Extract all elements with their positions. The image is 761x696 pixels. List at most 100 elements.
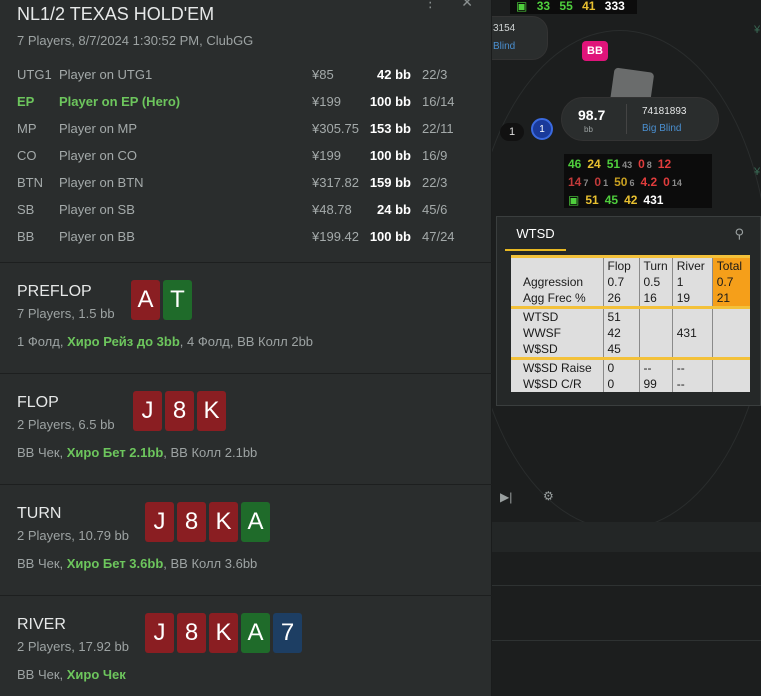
action-text: , 4 Фолд, BB Колл 2bb bbox=[179, 334, 314, 349]
hud-stat: 14 bbox=[671, 178, 682, 188]
player-name: Player on CO bbox=[59, 148, 138, 163]
playing-card: J bbox=[133, 391, 162, 431]
player-row[interactable]: BTN Player on BTN ¥317.82 159 bb 22/3 bbox=[0, 170, 492, 197]
player-position: EP bbox=[17, 94, 35, 109]
player-stack-bb: 100 bb bbox=[369, 94, 411, 109]
hud-stat: 51 bbox=[606, 157, 621, 171]
street-actions: BB Чек, Хиро Бет 3.6bb, BB Колл 3.6bb bbox=[17, 556, 257, 571]
player-row[interactable]: EP Player on EP (Hero) ¥199 100 bb 16/14 bbox=[0, 89, 492, 116]
player-name: Player on BB bbox=[59, 229, 135, 244]
stat-value: -- bbox=[671, 357, 713, 376]
playing-card: J bbox=[145, 502, 174, 542]
panel-window-controls[interactable]: ⋮ ✕ bbox=[423, 0, 483, 11]
player-stats: 47/24 bbox=[422, 229, 455, 244]
stat-label bbox=[511, 255, 603, 274]
stat-value: 51 bbox=[602, 306, 639, 325]
action-text: BB Чек, bbox=[17, 556, 67, 571]
hud-stat: 14 bbox=[568, 175, 582, 189]
divider bbox=[492, 585, 761, 586]
playing-card: 8 bbox=[177, 502, 206, 542]
action-text: , BB Колл 2.1bb bbox=[163, 445, 258, 460]
seat-stack-unit: bb bbox=[584, 125, 593, 134]
stat-label: WTSD bbox=[511, 306, 603, 325]
stats-row: W$SD 45 bbox=[511, 341, 751, 359]
action-text: BB Чек, bbox=[17, 445, 67, 460]
stat-value: 0 bbox=[602, 357, 639, 376]
street-flop: FLOP 2 Players, 6.5 bb J 8 K BB Чек, Хиро Бет… bbox=[0, 373, 492, 484]
hud-stat: 51 bbox=[585, 193, 599, 207]
stat-value: 0.7 bbox=[711, 274, 751, 290]
hud-stat: 1 bbox=[603, 178, 609, 188]
seat-big-blind[interactable]: 98.7 bb 74181893 Big Blind bbox=[561, 97, 719, 141]
playing-card: K bbox=[209, 613, 238, 653]
street-actions: BB Чек, Хиро Бет 2.1bb, BB Колл 2.1bb bbox=[17, 445, 257, 460]
street-river: RIVER 2 Players, 17.92 bb J 8 K A 7 BB Чек, Хир… bbox=[0, 595, 492, 696]
stat-value bbox=[711, 341, 751, 359]
big-blind-badge: BB bbox=[582, 41, 608, 61]
right-yen-label: ¥ bbox=[754, 24, 761, 36]
street-cards: AT bbox=[131, 280, 192, 320]
stat-value: 431 bbox=[671, 325, 713, 341]
playing-card: A bbox=[131, 280, 160, 320]
playing-card: A bbox=[241, 613, 270, 653]
seat-stack: 98.7 bbox=[578, 107, 606, 123]
player-row[interactable]: UTG1 Player on UTG1 ¥85 42 bb 22/3 bbox=[0, 62, 492, 89]
pin-icon[interactable]: ⚲ bbox=[734, 226, 744, 242]
settings-gear-icon[interactable]: ⚙ bbox=[543, 489, 554, 503]
stat-value: 0.5 bbox=[638, 274, 673, 290]
player-position: MP bbox=[17, 121, 37, 136]
player-name: Player on SB bbox=[59, 202, 135, 217]
street-cards: J8KA7 bbox=[145, 613, 302, 653]
player-money: ¥317.82 bbox=[312, 175, 359, 190]
stats-row: W$SD Raise 0 -- -- bbox=[511, 357, 751, 376]
player-stats: 45/6 bbox=[422, 202, 448, 217]
playing-card: K bbox=[197, 391, 226, 431]
street-cards: J8K bbox=[133, 391, 226, 431]
seat-id: 74181893 bbox=[642, 106, 687, 117]
hud-stat: 50 bbox=[614, 175, 628, 189]
big-blind-hud[interactable]: 46 24 51 43 0 8 12 14 7 0 1 50 6 4.2 0 14 ▣ 51 45 42 431 bbox=[564, 154, 712, 208]
hero-action: Хиро Рейз до 3bb bbox=[67, 334, 180, 349]
action-text: BB Чек, bbox=[17, 667, 67, 682]
stat-label: WWSF bbox=[511, 325, 603, 341]
hud-stat: 7 bbox=[583, 178, 589, 188]
action-text: 1 Фолд, bbox=[17, 334, 68, 349]
player-money: ¥305.75 bbox=[312, 121, 359, 136]
playing-card: 8 bbox=[165, 391, 194, 431]
stat-value bbox=[671, 341, 713, 359]
player-stack-bb: 159 bb bbox=[369, 175, 411, 190]
hero-action: Хиро Чек bbox=[66, 667, 126, 682]
seat-label: Blind bbox=[493, 41, 516, 52]
player-row[interactable]: SB Player on SB ¥48.78 24 bb 45/6 bbox=[0, 197, 492, 224]
player-row[interactable]: MP Player on MP ¥305.75 153 bb 22/11 bbox=[0, 116, 492, 143]
playing-card: K bbox=[209, 502, 238, 542]
action-text: , BB Колл 3.6bb bbox=[163, 556, 258, 571]
street-name: TURN bbox=[17, 505, 62, 522]
hud-stat: 431 bbox=[643, 193, 664, 207]
hud-stat: 33 bbox=[536, 0, 551, 13]
player-money: ¥85 bbox=[312, 67, 334, 82]
next-hand-icon[interactable]: ▶| bbox=[500, 490, 512, 504]
stat-value: -- bbox=[671, 376, 713, 392]
right-yen-label: ¥ bbox=[754, 166, 761, 178]
stat-value bbox=[638, 341, 673, 359]
hud-stat: 41 bbox=[582, 0, 596, 13]
stat-value bbox=[711, 357, 751, 376]
top-seat-hud[interactable]: ▣ 33 55 41 333 bbox=[510, 0, 637, 14]
wtsd-stats-table: Flop Turn River Total Aggression 0.7 0.5 1 0.7 Ag… bbox=[511, 255, 751, 392]
player-row[interactable]: CO Player on CO ¥199 100 bb 16/9 bbox=[0, 143, 492, 170]
dealer-count: 1 bbox=[500, 123, 524, 141]
street-cards: J8KA bbox=[145, 502, 270, 542]
stats-row: WTSD 51 bbox=[511, 306, 751, 325]
player-stats: 22/3 bbox=[422, 67, 448, 82]
playing-card: T bbox=[163, 280, 192, 320]
player-row[interactable]: BB Player on BB ¥199.42 100 bb 47/24 bbox=[0, 224, 492, 251]
table-bottom-band bbox=[492, 522, 761, 552]
stat-value bbox=[671, 306, 713, 325]
street-preflop: PREFLOP 7 Players, 1.5 bb A T 1 Фолд, Хиро Р… bbox=[0, 262, 492, 373]
tab-wtsd[interactable]: WTSD bbox=[505, 217, 566, 251]
player-position: BB bbox=[17, 229, 35, 244]
hud-stat: 42 bbox=[624, 193, 638, 207]
hud-stat: 4.2 bbox=[640, 175, 658, 189]
player-stack-bb: 42 bb bbox=[377, 67, 411, 82]
